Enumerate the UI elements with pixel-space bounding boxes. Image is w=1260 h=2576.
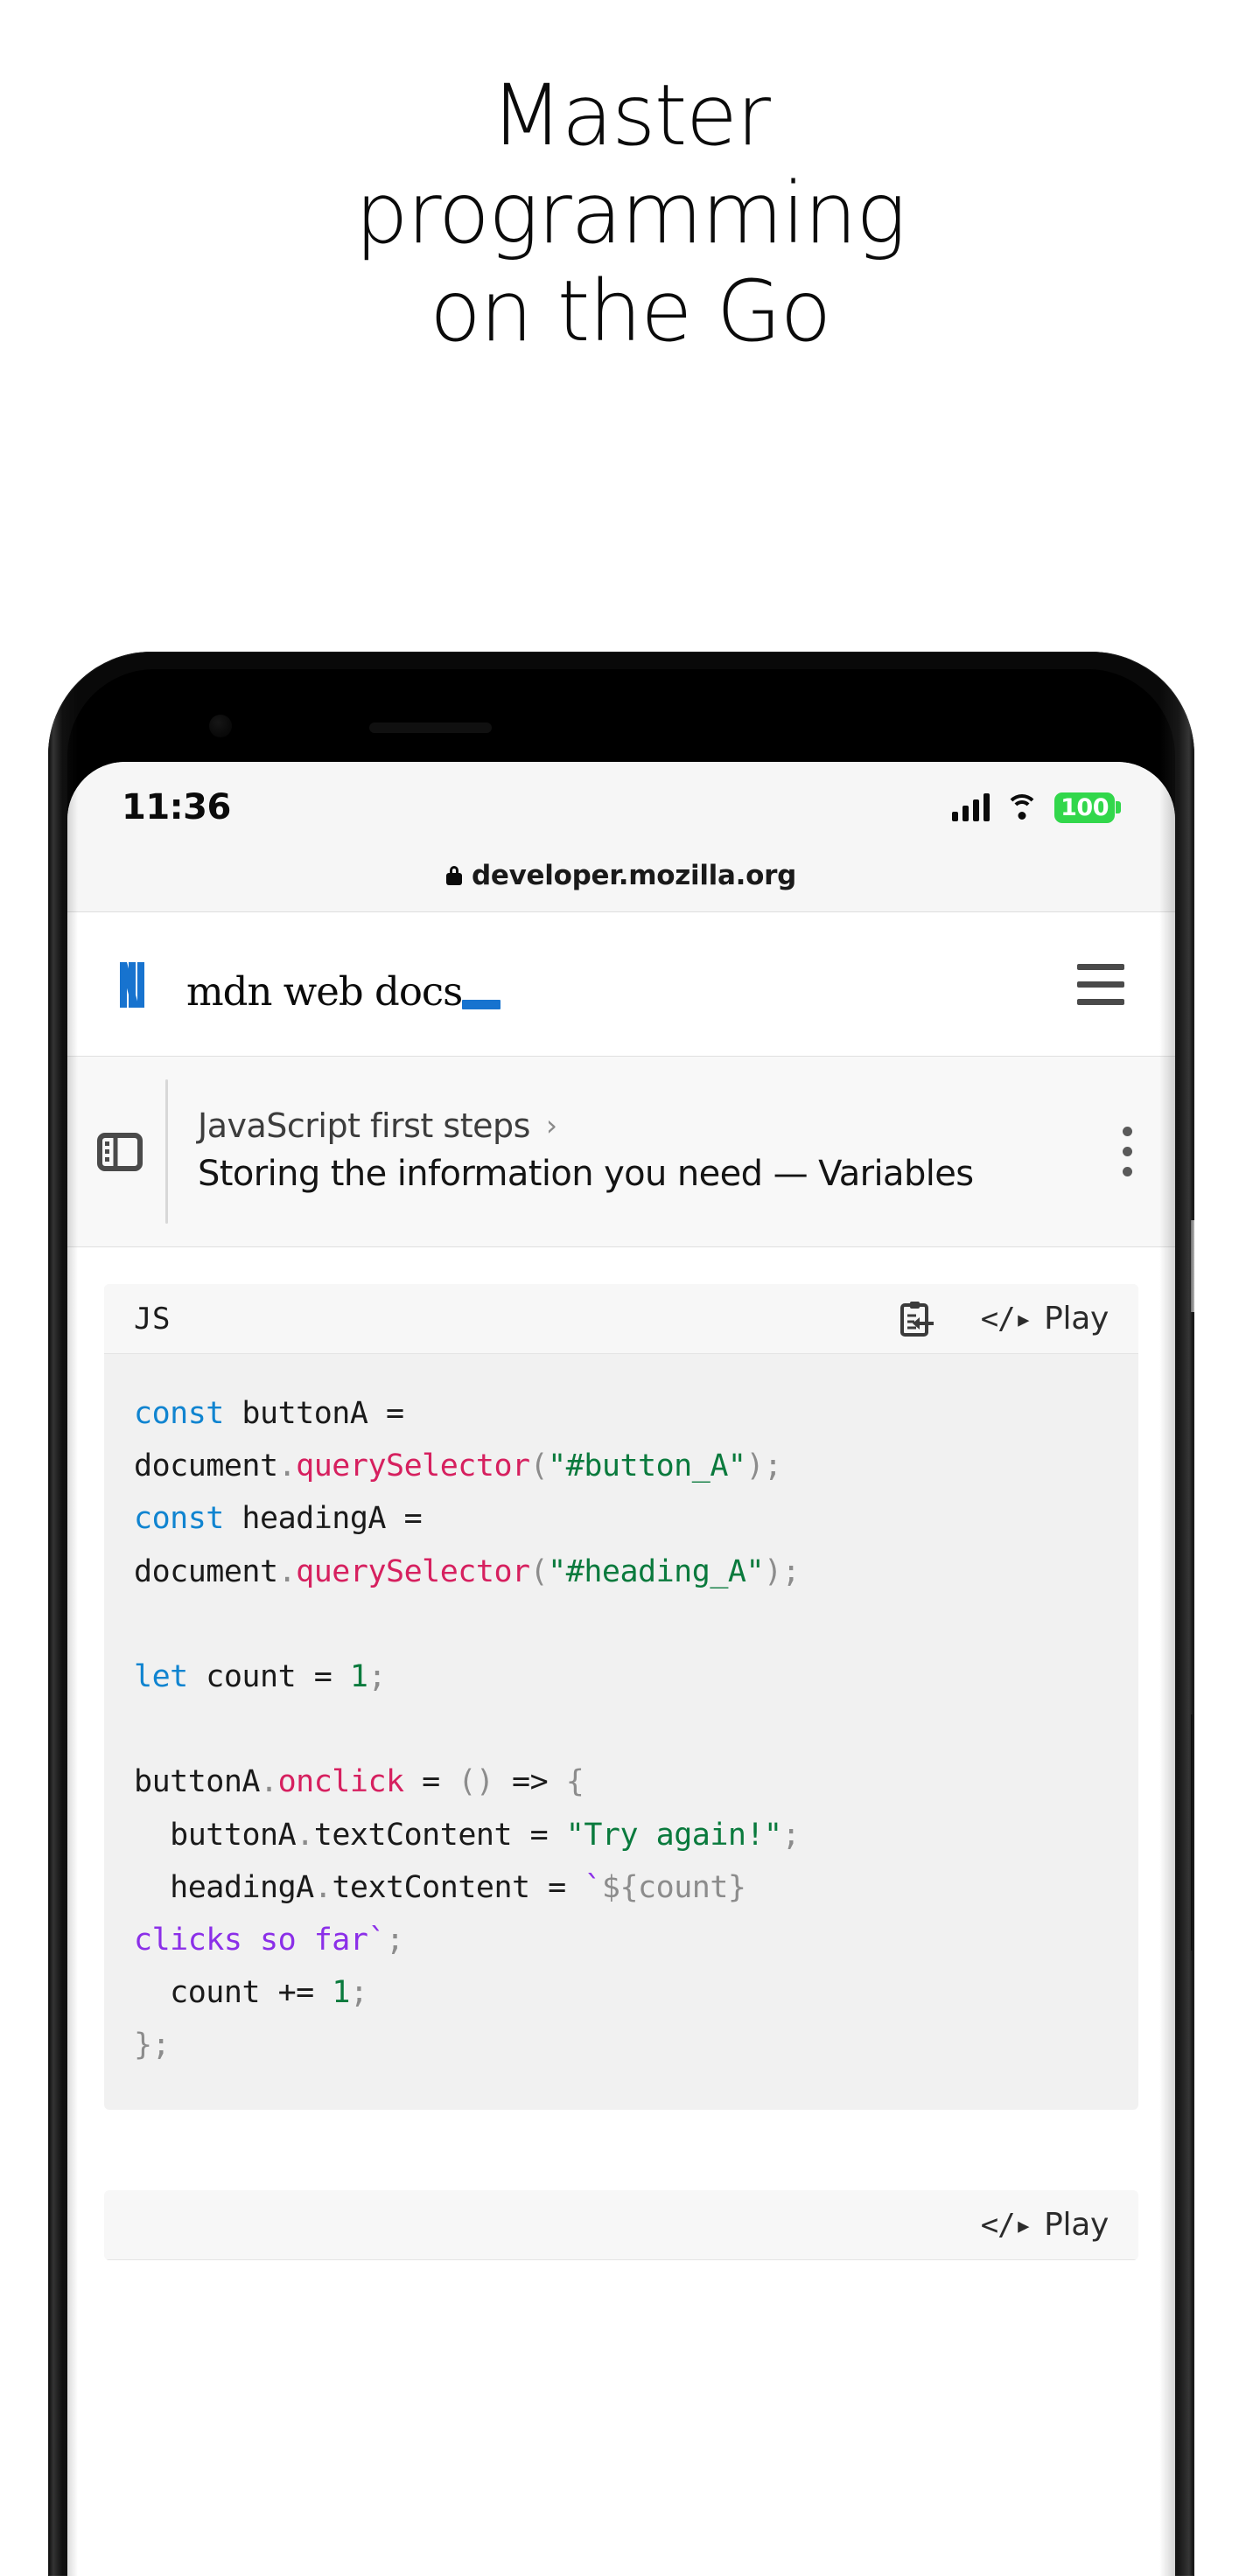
status-bar: 11:36 100 — [67, 762, 1175, 839]
code-token: let — [134, 1658, 188, 1694]
power-button[interactable] — [1191, 1714, 1194, 1951]
code-token: querySelector — [296, 1553, 530, 1589]
headline-line-2: programming — [354, 164, 906, 262]
article-content: JS </▸ Play const buttonA = document.que… — [67, 1247, 1175, 2261]
code-token: const — [134, 1501, 224, 1537]
play-button[interactable]: </▸ Play — [980, 1301, 1110, 1337]
code-token: 1 — [332, 1975, 350, 2011]
code-token: querySelector — [296, 1449, 530, 1484]
play-button-2[interactable]: </▸ Play — [980, 2207, 1110, 2244]
kebab-menu-icon[interactable] — [1123, 1127, 1133, 1176]
phone-mockup: 11:36 100 developer.mozilla.org mdn web … — [48, 652, 1194, 2576]
phone-screen: 11:36 100 developer.mozilla.org mdn web … — [67, 762, 1175, 2576]
battery-indicator: 100 — [1054, 792, 1121, 823]
code-block: JS </▸ Play const buttonA = document.que… — [104, 1284, 1138, 2111]
code-token: } — [134, 2028, 152, 2063]
code-token: { — [565, 1764, 584, 1800]
breadcrumb-divider — [165, 1079, 168, 1224]
mdn-logo-underscore — [462, 1000, 501, 1009]
code-token: 1 — [349, 1658, 368, 1694]
code-token: count += — [134, 1975, 332, 2011]
code-token: onclick — [277, 1764, 405, 1800]
mdn-logo-text: mdn web docs — [186, 968, 463, 1015]
code-play-icon: </▸ — [980, 1301, 1032, 1337]
battery-cap-icon — [1116, 801, 1121, 813]
code-token: () — [458, 1764, 494, 1800]
code-token: ; — [781, 1817, 801, 1853]
volume-button[interactable] — [1191, 1220, 1194, 1312]
code-token: ( — [529, 1449, 549, 1484]
site-header: mdn web docs — [67, 912, 1175, 1057]
code-token: ; — [386, 1922, 404, 1958]
code-token: => — [494, 1764, 566, 1800]
status-indicators: 100 — [952, 792, 1121, 823]
code-token: textContent = — [332, 1869, 584, 1905]
code-token: ; — [781, 1553, 801, 1589]
code-token: clicks so far` — [134, 1922, 387, 1958]
code-token: . — [313, 1869, 332, 1905]
code-play-icon-2: </▸ — [980, 2207, 1032, 2243]
code-token: . — [277, 1449, 297, 1484]
code-token: ) — [746, 1449, 765, 1484]
code-token: ; — [151, 2028, 171, 2063]
headline-line-3: on the Go — [430, 262, 831, 360]
url-text: developer.mozilla.org — [472, 859, 796, 891]
code-token: ; — [764, 1449, 782, 1484]
code-token: "Try again!" — [565, 1817, 782, 1853]
lock-icon — [446, 865, 463, 885]
code-block-2-header: </▸ Play — [104, 2190, 1138, 2261]
play-button-2-label: Play — [1044, 2207, 1109, 2244]
code-block-2-actions: </▸ Play — [980, 2207, 1110, 2244]
browser-url-bar[interactable]: developer.mozilla.org — [67, 839, 1175, 912]
front-camera-icon — [209, 715, 232, 737]
signal-bars-icon — [952, 793, 990, 821]
breadcrumb: JavaScript first steps › Storing the inf… — [67, 1057, 1175, 1247]
code-language-label: JS — [134, 1301, 171, 1337]
code-token: ( — [529, 1553, 549, 1589]
code-token: ` — [584, 1869, 602, 1905]
code-token: ; — [368, 1658, 387, 1694]
breadcrumb-parent[interactable]: JavaScript first steps › — [198, 1106, 1096, 1145]
code-token: . — [277, 1553, 297, 1589]
code-block-content[interactable]: const buttonA = document.querySelector("… — [104, 1354, 1138, 2110]
earpiece-speaker-icon — [369, 723, 492, 733]
play-button-label: Play — [1044, 1301, 1109, 1337]
mdn-logo-link[interactable]: mdn web docs — [118, 957, 501, 1015]
code-token: = — [403, 1764, 458, 1800]
code-token: "#heading_A" — [548, 1553, 765, 1589]
code-token: ${count} — [601, 1869, 746, 1905]
code-token: buttonA — [134, 1817, 297, 1853]
code-token: headingA — [134, 1869, 314, 1905]
code-block-header: JS </▸ Play — [104, 1284, 1138, 1354]
headline-line-1: Master — [490, 66, 771, 164]
mdn-logo-icon — [118, 957, 172, 1011]
battery-percent: 100 — [1060, 793, 1109, 821]
page-headline: Master programming on the Go — [0, 66, 1260, 360]
code-token: . — [296, 1817, 314, 1853]
code-token: ; — [349, 1975, 368, 2011]
code-token: textContent = — [313, 1817, 566, 1853]
code-token: count = — [187, 1658, 350, 1694]
phone-bezel: 11:36 100 developer.mozilla.org mdn web … — [67, 669, 1175, 2576]
code-token: ) — [764, 1553, 782, 1589]
status-time: 11:36 — [122, 787, 231, 827]
sidebar-toggle-icon[interactable] — [97, 1132, 143, 1171]
code-token: "#button_A" — [548, 1449, 746, 1484]
breadcrumb-current-page: Storing the information you need — Varia… — [198, 1153, 974, 1194]
chevron-right-icon: › — [545, 1108, 557, 1143]
code-block-2: </▸ Play — [104, 2190, 1138, 2261]
copy-to-clipboard-icon[interactable] — [897, 1300, 935, 1338]
code-token: buttonA — [134, 1764, 261, 1800]
wifi-icon — [1005, 794, 1040, 820]
code-token: const — [134, 1396, 224, 1431]
code-block-actions: </▸ Play — [897, 1300, 1109, 1338]
hamburger-menu-icon[interactable] — [1077, 963, 1124, 1005]
breadcrumb-texts: JavaScript first steps › Storing the inf… — [198, 1106, 1096, 1197]
breadcrumb-parent-label: JavaScript first steps — [198, 1106, 530, 1145]
code-token: . — [260, 1764, 278, 1800]
